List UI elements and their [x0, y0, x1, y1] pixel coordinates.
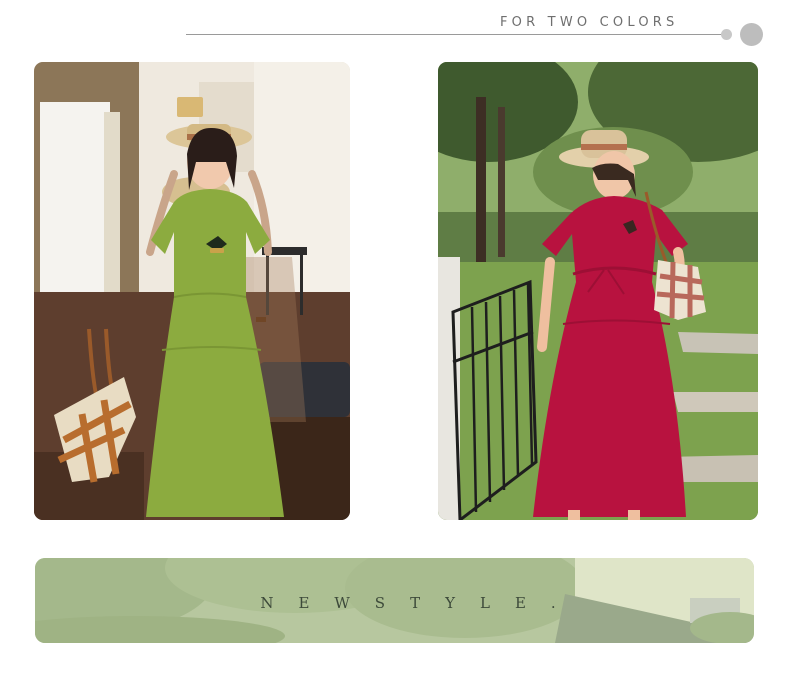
red-dress-photo — [438, 62, 758, 520]
banner-title: NEWSTYLE. — [260, 593, 581, 612]
newstyle-banner: NEWSTYLE. — [35, 558, 754, 643]
green-dress-photo — [34, 62, 350, 520]
large-dot-icon — [740, 23, 763, 46]
small-dot-icon — [721, 29, 732, 40]
header: FOR TWO COLORS — [0, 0, 790, 52]
header-title: FOR TWO COLORS — [500, 15, 679, 30]
header-divider — [186, 34, 726, 35]
